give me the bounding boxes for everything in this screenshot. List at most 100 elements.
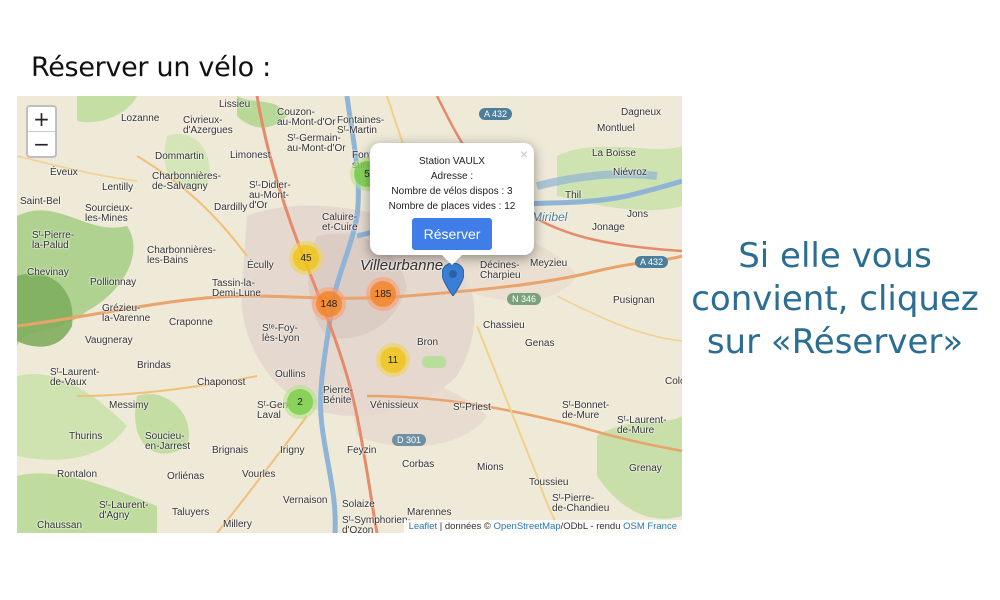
city-label-villeurbanne: Villeurbanne <box>360 257 444 274</box>
station-cluster[interactable]: 11 <box>376 343 410 377</box>
place-label: Décines- Charpieu <box>480 260 521 281</box>
place-label: Sᵗ-Pierre- la-Palud <box>32 230 75 251</box>
page-title: Réserver un vélo : <box>31 52 271 83</box>
place-label: Mions <box>477 462 504 473</box>
station-cluster[interactable]: 148 <box>312 287 346 321</box>
place-label: Tassin-la- Demi-Lune <box>212 278 261 299</box>
place-label: Corbas <box>402 459 435 470</box>
place-label: Couzon- au-Mont-d'Or <box>277 107 336 128</box>
popup-places-free: Nombre de places vides : 12 <box>388 201 516 212</box>
place-label: Feyzin <box>347 445 377 456</box>
place-label: Limonest <box>230 150 271 161</box>
zoom-out-button[interactable]: − <box>28 131 55 156</box>
place-label: Brindas <box>137 360 171 371</box>
place-label: Fontaines- Sᵗ-Martin <box>337 115 385 136</box>
place-label: Thil <box>565 190 582 201</box>
place-label: Sᵗᵉ-Foy- lès-Lyon <box>262 323 300 344</box>
place-label: Chassieu <box>483 320 525 331</box>
cluster-count: 185 <box>370 281 396 307</box>
zoom-control: + − <box>26 105 57 158</box>
place-label: Vernaison <box>283 495 328 506</box>
place-label: Charbonnières- les-Bains <box>147 245 216 266</box>
popup-close-button[interactable]: × <box>520 146 528 162</box>
place-label: Irigny <box>280 445 305 456</box>
place-label: Jonage <box>592 222 625 233</box>
zoom-in-button[interactable]: + <box>28 107 55 131</box>
place-label: Charbonnières- de-Salvagny <box>152 171 221 192</box>
river-label: Miribel <box>532 210 568 224</box>
place-label: La Boisse <box>592 148 636 159</box>
place-label: Sᵗ-Symphorien- d'Ozon <box>342 515 411 534</box>
place-label: Écully <box>247 260 274 271</box>
station-popup: × Station VAULX Adresse : Nombre de vélo… <box>370 143 534 265</box>
place-label: Sᵗ-Laurent- de-Vaux <box>50 367 100 388</box>
place-label: Chevinay <box>27 267 69 278</box>
place-label: Vénissieux <box>370 400 419 411</box>
place-label: Taluyers <box>172 507 210 518</box>
place-label: Orliénas <box>167 471 205 482</box>
popup-tip <box>442 255 462 265</box>
place-label: Messimy <box>109 400 149 411</box>
place-label: Civrieux- d'Azergues <box>183 115 233 136</box>
place-label: Lozanne <box>121 113 160 124</box>
place-label: Sᵗ-Laurent- d'Agny <box>99 500 149 521</box>
place-label: Thurins <box>69 431 103 442</box>
place-label: Vourles <box>242 469 276 480</box>
station-cluster[interactable]: 185 <box>366 277 400 311</box>
attribution-sep: | données © <box>437 521 494 532</box>
place-label: Lentilly <box>102 182 134 193</box>
place-label: Dardilly <box>214 202 248 213</box>
road-badge: D 301 <box>392 434 427 446</box>
place-label: Caluire- et-Cuire <box>322 212 358 233</box>
place-label: Soucieu- en-Jarrest <box>145 431 191 452</box>
popup-address: Adresse : <box>430 171 474 182</box>
place-label: Rontalon <box>57 469 98 480</box>
place-label: Sᵗ-Priest <box>453 402 491 413</box>
instruction-text: Si elle vous convient, cliquez sur «Rése… <box>691 236 979 362</box>
attribution-license: /ODbL - rendu <box>560 521 624 532</box>
place-label: Grenay <box>629 463 662 474</box>
road-badge: N 346 <box>507 293 542 305</box>
place-label: Oullins <box>275 369 306 380</box>
place-label: Solaize <box>342 499 375 510</box>
place-label: Niévroz <box>613 167 647 178</box>
place-label: Sᵗ-Didier- au-Mont- d'Or <box>249 180 291 211</box>
popup-bikes-available: Nombre de vélos dispos : 3 <box>391 186 513 197</box>
place-label: Craponne <box>169 317 213 328</box>
cluster-count: 148 <box>316 291 342 317</box>
popup-station-name: Station VAULX <box>419 156 485 167</box>
place-label: Chaponost <box>197 377 246 388</box>
place-label: Colo <box>665 376 682 387</box>
place-label: Sourcieux- les-Mines <box>85 203 133 224</box>
place-label: Pollionnay <box>90 277 137 288</box>
place-label: Dommartin <box>155 151 204 162</box>
station-cluster[interactable]: 2 <box>283 385 317 419</box>
osm-france-link[interactable]: OSM France <box>623 521 677 532</box>
place-label: Sᵗ-Germain- au-Mont-d'Or <box>287 133 346 154</box>
place-label: Dagneux <box>621 107 662 118</box>
station-cluster[interactable]: 45 <box>289 241 323 275</box>
place-label: Millery <box>223 519 252 530</box>
road-badge: A 432 <box>635 256 669 268</box>
map-attribution: Leaflet | données © OpenStreetMap/ODbL -… <box>403 520 682 533</box>
place-label: Genas <box>525 338 555 349</box>
place-label: Toussieu <box>529 477 569 488</box>
place-label: Pierre- Bénite <box>323 385 354 406</box>
map-pin-icon[interactable] <box>441 262 465 301</box>
openstreetmap-link[interactable]: OpenStreetMap <box>494 521 561 532</box>
cluster-count: 2 <box>287 389 313 415</box>
place-label: Éveux <box>50 167 78 178</box>
leaflet-link[interactable]: Leaflet <box>409 521 438 532</box>
cluster-count: 11 <box>380 347 406 373</box>
place-label: Brignais <box>212 445 249 456</box>
reserve-button[interactable]: Réserver <box>412 218 492 250</box>
place-label: Lissieu <box>219 99 251 110</box>
place-label: Sᵗ-Pierre- de-Chandieu <box>552 493 610 514</box>
place-label: Jons <box>627 209 649 220</box>
road-badge: A 432 <box>479 108 513 120</box>
place-label: Bron <box>417 337 439 348</box>
place-label: Montluel <box>597 123 635 134</box>
map[interactable]: Lissieu Couzon- au-Mont-d'Or Lozanne Civrie… <box>17 96 682 533</box>
place-label: Sᵗ-Laurent- de-Mure <box>617 415 667 436</box>
place-label: Marennes <box>407 507 452 518</box>
